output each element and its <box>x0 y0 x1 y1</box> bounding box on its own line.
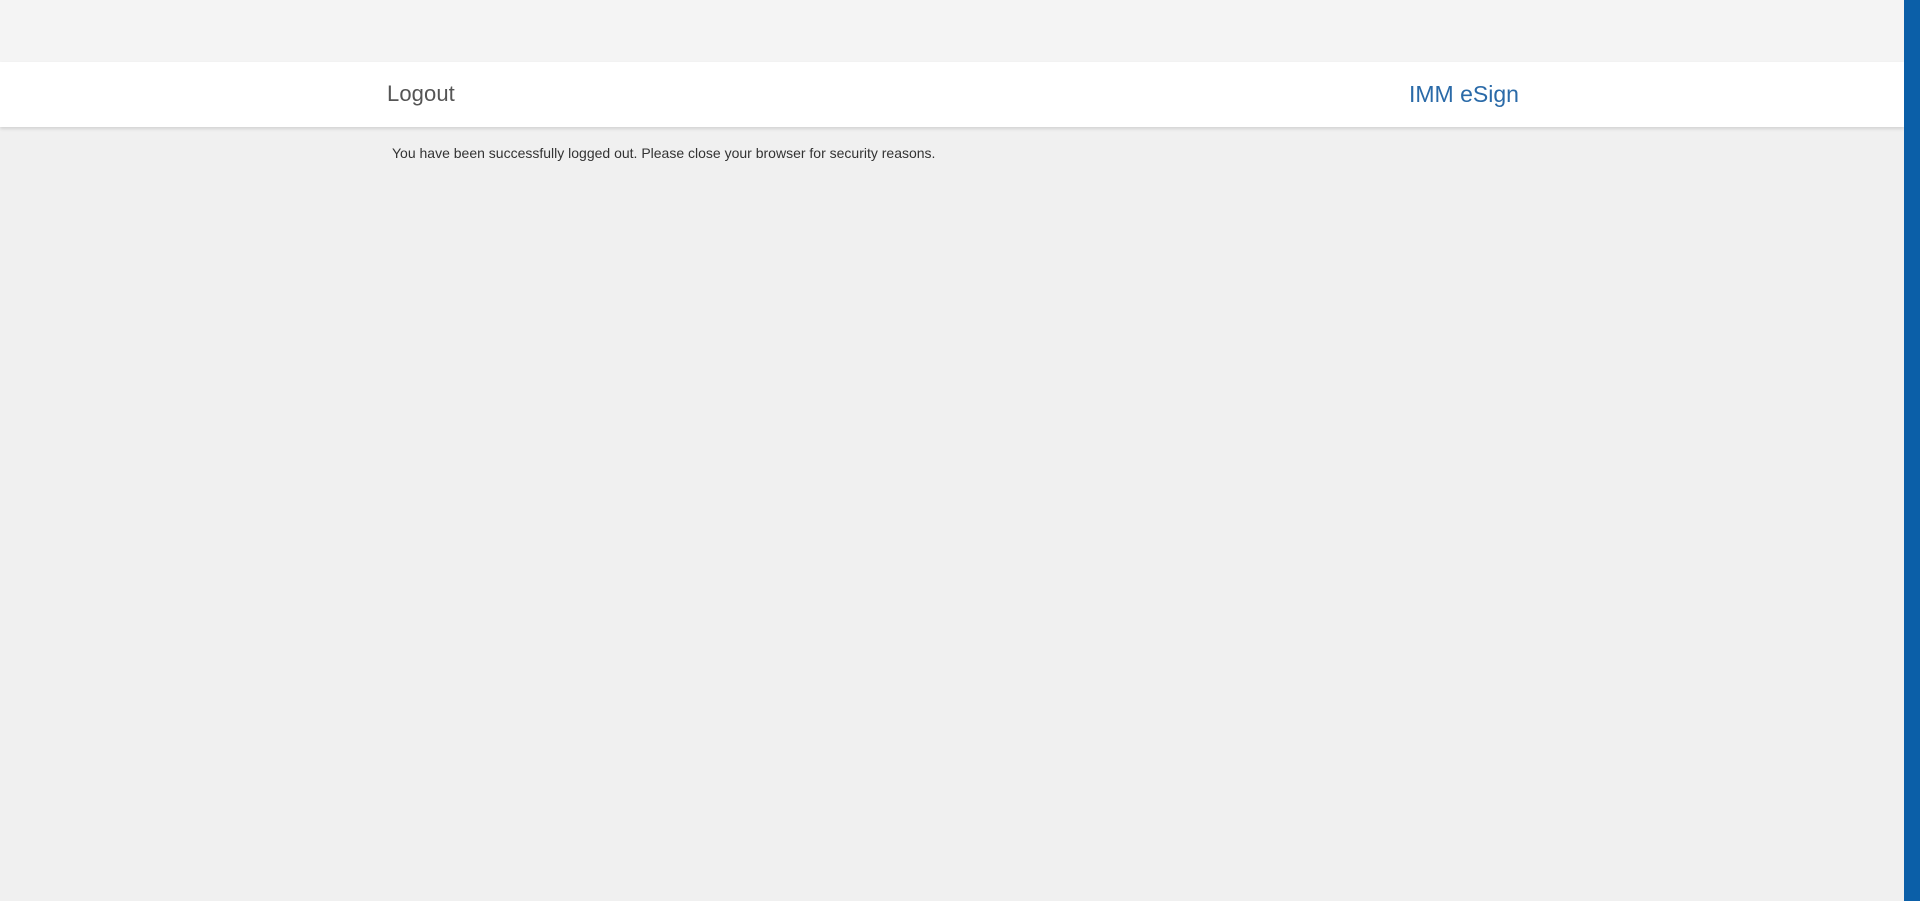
right-accent-bar <box>1904 0 1920 901</box>
brand-link[interactable]: IMM eSign <box>1409 83 1519 106</box>
header-bar: Logout IMM eSign <box>0 62 1904 127</box>
logout-message: You have been successfully logged out. P… <box>392 145 936 161</box>
page-title: Logout <box>387 81 455 106</box>
top-strip <box>0 0 1904 62</box>
